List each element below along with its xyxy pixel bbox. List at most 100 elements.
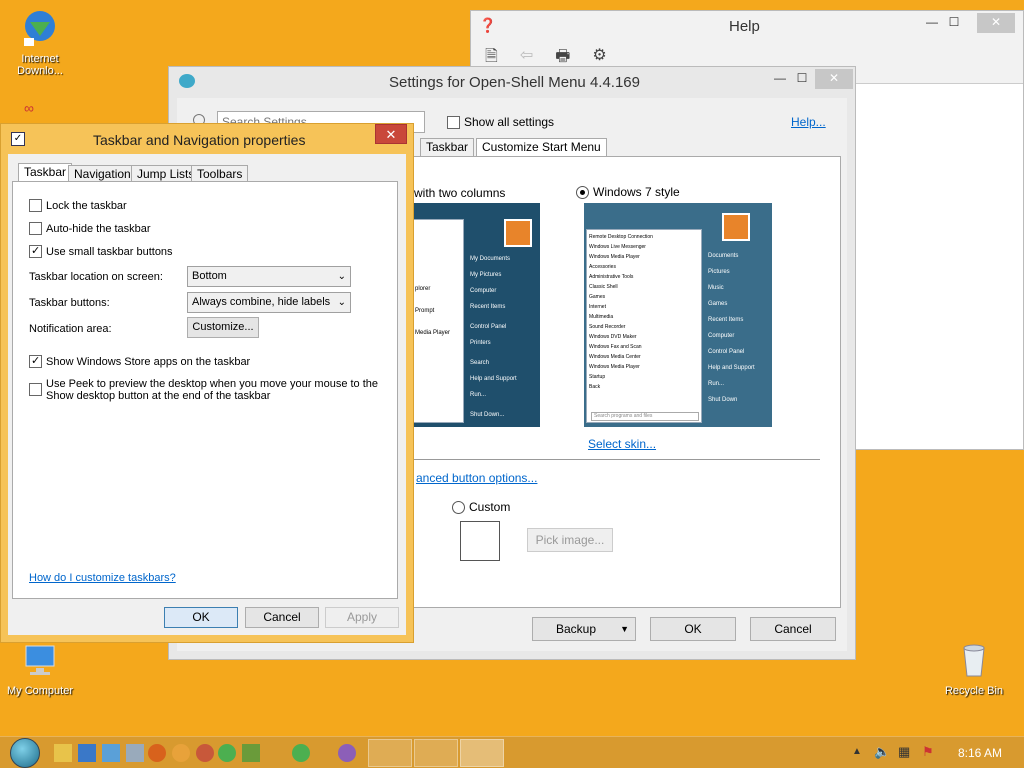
lock-taskbar-label: Lock the taskbar <box>46 199 127 212</box>
settings-title: Settings for Open-Shell Menu 4.4.169 <box>389 74 640 91</box>
desktop-icon-recycle-bin[interactable]: Recycle Bin <box>934 640 1014 697</box>
chrome-icon[interactable] <box>292 744 310 762</box>
preview-two-columns[interactable]: plorer Prompt Media Player My Documents … <box>412 203 540 427</box>
close-button[interactable]: ✕ <box>977 13 1015 33</box>
show-all-settings-checkbox[interactable]: Show all settings <box>447 115 554 129</box>
quicklaunch-icon[interactable] <box>54 744 72 762</box>
dialog-titlebar[interactable]: ✓ Taskbar and Navigation properties ✕ <box>1 124 413 154</box>
preview-item: My Documents <box>470 256 511 262</box>
preview-item: My Pictures <box>470 272 502 278</box>
preview-item: Help and Support <box>708 365 755 371</box>
app-icon[interactable] <box>338 744 356 762</box>
preview-windows7[interactable]: Remote Desktop Connection Windows Live Me… <box>584 203 772 427</box>
preview-item: Documents <box>708 253 739 259</box>
style-windows7-radio[interactable]: Windows 7 style <box>576 185 680 199</box>
help-link[interactable]: Help... <box>791 115 826 129</box>
backup-button[interactable]: Backup ▼ <box>532 617 636 641</box>
preview-left-column: Remote Desktop Connection Windows Live Me… <box>586 229 702 423</box>
recycle-bin-icon <box>963 644 985 677</box>
taskbar-buttons-select[interactable]: Always combine, hide labels ⌄ <box>187 292 351 313</box>
clock[interactable]: 8:16 AM <box>958 746 1002 760</box>
apply-button[interactable]: Apply <box>325 607 399 628</box>
backup-label: Backup <box>555 622 597 636</box>
preview-item: Control Panel <box>470 324 507 330</box>
preview-left-column: plorer Prompt Media Player <box>412 219 464 423</box>
preview-item: Windows Fax and Scan <box>589 344 642 350</box>
tab-taskbar[interactable]: Taskbar <box>18 163 73 182</box>
quicklaunch-icon[interactable] <box>148 744 166 762</box>
settings-titlebar[interactable]: Settings for Open-Shell Menu 4.4.169 — ☐… <box>169 67 855 97</box>
taskbar-buttons-value: Always combine, hide labels <box>192 296 331 308</box>
preview-item: Run... <box>708 381 725 387</box>
ok-button[interactable]: OK <box>650 617 736 641</box>
chevron-down-icon: ▼ <box>620 624 629 634</box>
task-button-taskbar-settings[interactable] <box>460 739 504 767</box>
desktop-icon-my-computer[interactable]: My Computer <box>0 640 80 697</box>
preview-item: Accessories <box>589 264 616 270</box>
desktop-icon-internet-download-manager[interactable]: Internet Downlo... <box>0 8 80 77</box>
how-to-customize-link[interactable]: How do I customize taskbars? <box>29 572 176 584</box>
custom-radio[interactable]: Custom <box>452 500 510 514</box>
preview-item: Pictures <box>708 269 730 275</box>
show-hidden-icons-button[interactable]: ▲ <box>852 746 862 757</box>
style-windows7-label: Windows 7 style <box>593 185 680 199</box>
preview-item: Windows Live Messenger <box>589 244 646 250</box>
close-button[interactable]: ✕ <box>815 69 853 89</box>
dialog-body: Taskbar Navigation Jump Lists Toolbars L… <box>8 154 406 635</box>
quicklaunch-icon[interactable] <box>78 744 96 762</box>
close-button[interactable]: ✕ <box>375 124 407 144</box>
task-button-explorer[interactable] <box>368 739 412 767</box>
preview-item: Windows DVD Maker <box>589 334 637 340</box>
maximize-button[interactable]: ☐ <box>941 13 967 33</box>
dialog-title: Taskbar and Navigation properties <box>93 132 306 148</box>
preview-item: Run... <box>470 392 487 398</box>
small-buttons-checkbox[interactable]: Use small taskbar buttons <box>29 244 173 258</box>
pick-image-button[interactable]: Pick image... <box>527 528 613 552</box>
quicklaunch-icon[interactable] <box>172 744 190 762</box>
preview-item: Prompt <box>415 308 435 314</box>
network-icon[interactable]: ▦ <box>898 744 910 760</box>
style-two-columns-label[interactable]: with two columns <box>414 186 505 200</box>
chrome-icon[interactable] <box>218 744 236 762</box>
desktop-icon-label: Internet Downlo... <box>17 53 63 77</box>
action-center-icon[interactable]: ⚑ <box>922 744 934 760</box>
preview-item: Help and Support <box>470 376 517 382</box>
taskbar-location-label: Taskbar location on screen: <box>29 271 163 283</box>
volume-icon[interactable]: 🔈 <box>874 744 890 760</box>
help-titlebar[interactable]: ❓ Help — ☐ ✕ <box>471 11 1023 41</box>
advanced-button-options-link[interactable]: anced button options... <box>416 471 537 485</box>
task-button-bing[interactable] <box>414 739 458 767</box>
small-buttons-label: Use small taskbar buttons <box>46 245 173 258</box>
cancel-button[interactable]: Cancel <box>750 617 836 641</box>
quicklaunch-icon[interactable] <box>102 744 120 762</box>
peek-label-line2: Show desktop button at the end of the ta… <box>46 390 271 402</box>
store-apps-checkbox[interactable]: Show Windows Store apps on the taskbar <box>29 354 251 368</box>
notification-area-label: Notification area: <box>29 323 112 335</box>
quicklaunch-icon[interactable] <box>196 744 214 762</box>
preview-item: Games <box>589 294 606 300</box>
taskbar-location-select[interactable]: Bottom ⌄ <box>187 266 351 287</box>
preview-item: Classic Shell <box>589 284 618 290</box>
customize-button[interactable]: Customize... <box>187 317 259 338</box>
peek-label-line1: Use Peek to preview the desktop when you… <box>46 378 379 390</box>
separator <box>412 459 820 460</box>
cancel-button[interactable]: Cancel <box>245 607 319 628</box>
maximize-button[interactable]: ☐ <box>789 69 815 89</box>
preview-item: Computer <box>708 333 735 339</box>
preview-item: Sound Recorder <box>589 324 626 330</box>
select-skin-link[interactable]: Select skin... <box>588 437 656 451</box>
ok-button[interactable]: OK <box>164 607 238 628</box>
tab-customize-start-menu[interactable]: Customize Start Menu <box>476 138 607 156</box>
start-button[interactable] <box>10 738 40 768</box>
desktop-icon-label: My Computer <box>6 685 74 697</box>
computer-icon <box>25 645 55 675</box>
peek-checkbox[interactable]: Use Peek to preview the desktop when you… <box>29 378 378 402</box>
help-app-icon: ❓ <box>479 17 497 33</box>
lock-taskbar-checkbox[interactable]: Lock the taskbar <box>29 199 127 212</box>
quicklaunch-icon[interactable] <box>242 744 260 762</box>
store-apps-label: Show Windows Store apps on the taskbar <box>46 355 251 368</box>
autohide-taskbar-checkbox[interactable]: Auto-hide the taskbar <box>29 222 151 235</box>
quicklaunch-icon[interactable] <box>126 744 144 762</box>
tab-taskbar[interactable]: Taskbar <box>420 138 475 156</box>
desktop-partial-icon[interactable]: ∞ <box>24 100 44 116</box>
